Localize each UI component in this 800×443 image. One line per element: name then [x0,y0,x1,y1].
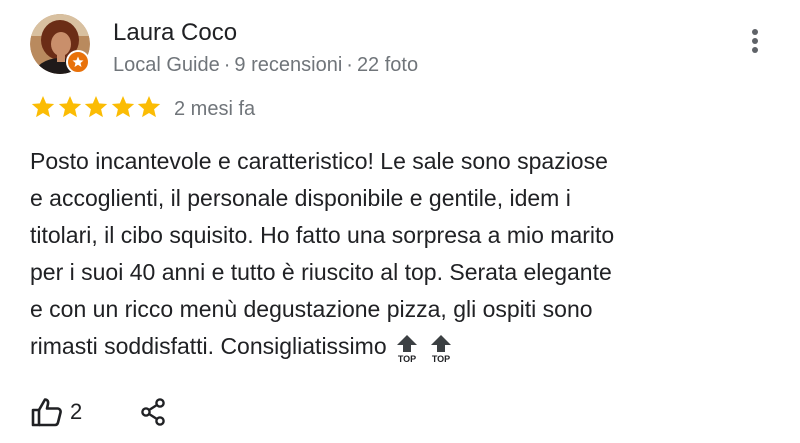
local-guide-label: Local Guide [113,54,220,76]
review-text-segment: titolari, il cibo squisito. Ho fatto una… [30,222,615,248]
photo-count: 22 foto [356,54,419,76]
more-vert-icon [752,29,758,53]
share-icon [141,398,166,426]
like-button[interactable]: 2 [30,396,82,428]
review-text-segment: rimasti soddisfatti. Consigliatissimo [30,333,387,359]
star-icon [137,95,161,118]
review-count: 9 recensioni [234,54,343,76]
top-arrow-emoji-icon: TOP [430,335,451,364]
author-avatar[interactable] [30,14,90,74]
review-text-segment: e con un ricco menù degustazione pizza, … [30,296,593,322]
review-text-line: titolari, il cibo squisito. Ho fatto una… [30,217,770,254]
meta-separator: · [223,54,231,76]
star-icon [84,95,108,118]
review-text-line: rimasti soddisfatti. Consigliatissimo TOP… [30,328,770,365]
local-guide-badge-icon [66,50,90,74]
review-text-line: per i suoi 40 anni e tutto è riuscito al… [30,254,770,291]
review-text-line: Posto incantevole e caratteristico! Le s… [30,143,770,180]
top-arrow-emoji-icon: TOP [396,335,417,364]
top-emoji-label: TOP [431,354,449,364]
review-text-line: e con un ricco menù degustazione pizza, … [30,291,770,328]
thumbs-up-icon [31,398,62,427]
star-icon [58,95,81,118]
star-icon [31,95,55,118]
review-text-segment: Posto incantevole e caratteristico! Le s… [30,148,608,174]
meta-separator: · [346,54,353,76]
review-card: Laura Coco Local Guide · 9 recensioni · 22 f… [0,0,800,443]
review-actions: 2 [30,392,166,432]
top-emoji-label: TOP [397,354,415,364]
share-button[interactable] [140,398,166,426]
star-icon [111,95,134,118]
author-name[interactable]: Laura Coco [113,18,237,48]
review-text-line: e accoglienti, il personale disponibile … [30,180,770,217]
more-options-button[interactable] [745,26,765,56]
review-text-segment: per i suoi 40 anni e tutto è riuscito al… [30,259,612,285]
like-count: 2 [70,399,83,424]
review-date: 2 mesi fa [174,98,256,120]
review-text: Posto incantevole e caratteristico! Le s… [30,143,770,365]
star-rating [30,94,163,122]
author-meta: Local Guide · 9 recensioni · 22 foto [113,52,418,78]
review-text-segment: e accoglienti, il personale disponibile … [30,185,571,211]
